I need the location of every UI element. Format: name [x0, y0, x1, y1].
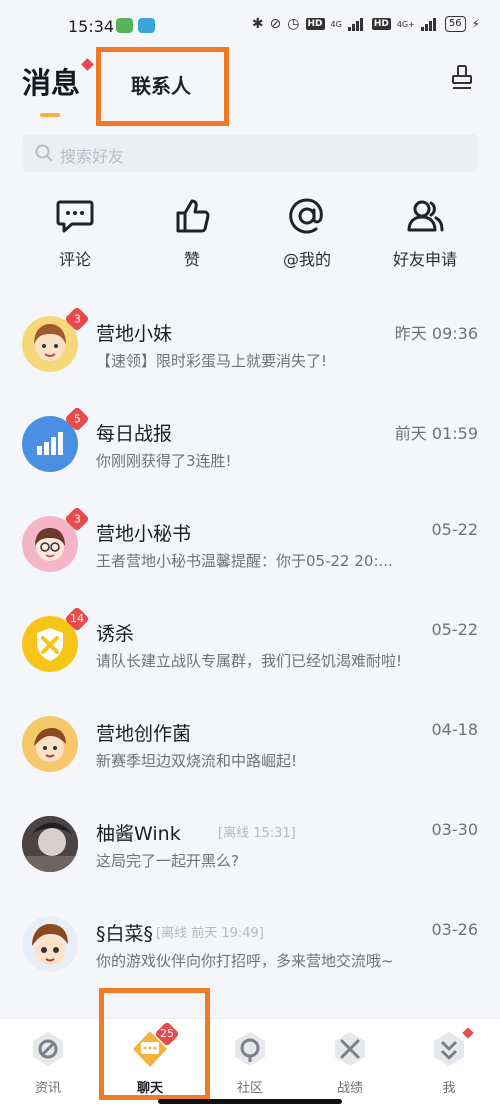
search-input[interactable]: 搜索好友: [60, 143, 124, 167]
chat-row-youjiang-wink[interactable]: 柚酱Wink [离线 15:31] 03-30 这局完了一起开黑么?: [0, 812, 500, 912]
nav-news[interactable]: 资讯: [8, 1029, 88, 1096]
nav-record[interactable]: 战绩: [310, 1029, 390, 1096]
chat-time: 04-18: [431, 720, 479, 739]
chat-preview: 新赛季坦边双烧流和中路崛起!: [96, 752, 298, 770]
chat-preview: 你的游戏伙伴向你打招呼，多来营地交流哦~: [96, 952, 394, 970]
chat-name: 营地小秘书: [96, 523, 192, 545]
chat-row-camp-sister[interactable]: 3 营地小妹 昨天 09:36 【速领】限时彩蛋马上就要消失了!: [0, 306, 500, 412]
comment-icon: [56, 200, 94, 233]
signal-icon-2: [420, 17, 439, 31]
nav-label: 资讯: [34, 1081, 61, 1096]
highlight-box-contacts: [96, 47, 229, 126]
search-bar[interactable]: 搜索好友: [22, 134, 478, 172]
quick-action-mentions[interactable]: @我的: [262, 196, 352, 270]
chat-preview: 你刚刚获得了3连胜!: [96, 452, 232, 470]
nav-label: 战绩: [336, 1081, 363, 1096]
chat-row-camp-creator[interactable]: 营地创作菌 04-18 新赛季坦边双烧流和中路崛起!: [0, 712, 500, 812]
status-indicators: ✱ ⊘ ◷ HD 4G HD 4G+ 56 ⚡: [252, 16, 480, 32]
status-time: 15:34: [68, 17, 115, 36]
home-indicator: [158, 1099, 342, 1104]
chat-row-daily-report[interactable]: 5 每日战报 前天 01:59 你刚刚获得了3连胜!: [0, 406, 500, 512]
network-label-2: 4G+: [396, 19, 415, 29]
quick-action-label: 赞: [183, 250, 200, 269]
app-notification-icon: [138, 18, 155, 33]
battery-icon: 56: [444, 16, 466, 32]
thumbs-up-icon: [176, 199, 210, 233]
nav-label: 我: [442, 1081, 456, 1096]
bottom-nav: 资讯 25 聊天 社区 战绩 我: [0, 1018, 500, 1111]
profile-icon: [434, 1032, 464, 1066]
quick-action-label: 评论: [58, 250, 91, 269]
alarm-icon: ◷: [287, 16, 300, 32]
quick-action-likes[interactable]: 赞: [147, 196, 237, 270]
online-status: [离线 15:31]: [218, 826, 296, 841]
chat-row-team-group[interactable]: 14 诱杀 05-22 请队长建立战队专属群，我们已经饥渴难耐啦!: [0, 606, 500, 712]
status-bar: 15:34 ✱ ⊘ ◷ HD 4G HD 4G+ 56 ⚡: [0, 0, 500, 52]
quick-action-comments[interactable]: 评论: [30, 196, 120, 270]
highlight-box-chat: [99, 988, 210, 1100]
nav-label: 社区: [236, 1081, 263, 1096]
avatar: [22, 816, 78, 872]
record-icon: [335, 1032, 365, 1066]
network-label-1: 4G: [330, 19, 342, 29]
bluetooth-icon: ✱: [251, 16, 264, 32]
charging-icon: ⚡: [471, 17, 480, 31]
chat-time: 前天 01:59: [394, 424, 478, 443]
avatar: [22, 716, 78, 772]
at-icon: [289, 198, 323, 234]
tab-messages[interactable]: 消息: [22, 60, 80, 102]
chat-name: 营地创作菌: [96, 723, 192, 745]
chat-name: 每日战报: [96, 423, 173, 445]
chat-row-baicai[interactable]: §白菜§ [离线 前天 19:49] 03-26 你的游戏伙伴向你打招呼，多来营…: [0, 912, 500, 1012]
hd-icon: HD: [305, 18, 325, 30]
chat-preview: 【速领】限时彩蛋马上就要消失了!: [96, 352, 328, 370]
chat-time: 03-26: [431, 920, 479, 939]
quick-action-label: 好友申请: [392, 250, 457, 269]
chat-name: 营地小妹: [96, 323, 173, 345]
active-tab-indicator: [40, 113, 60, 117]
mute-icon: ⊘: [269, 16, 282, 32]
chat-time: 05-22: [431, 520, 479, 539]
chat-time: 03-30: [431, 820, 479, 839]
unread-dot: [81, 58, 94, 71]
chat-name: 柚酱Wink: [96, 823, 181, 845]
quick-action-friend-requests[interactable]: 好友申请: [380, 196, 470, 270]
nav-profile[interactable]: 我: [409, 1027, 489, 1096]
friend-request-icon: [407, 200, 444, 232]
chat-name: 诱杀: [96, 623, 135, 645]
clear-unread-icon[interactable]: [450, 64, 474, 92]
nav-community[interactable]: 社区: [210, 1029, 290, 1096]
chat-name: §白菜§: [96, 923, 154, 945]
chat-row-camp-secretary[interactable]: 3 营地小秘书 05-22 王者营地小秘书温馨提醒：你于05-22 20:...: [0, 506, 500, 612]
avatar: [22, 916, 78, 972]
chat-time: 昨天 09:36: [394, 324, 478, 343]
search-icon: [35, 144, 53, 162]
chat-preview: 这局完了一起开黑么?: [96, 852, 239, 870]
quick-action-label: @我的: [282, 250, 331, 269]
hd-icon-2: HD: [371, 18, 391, 30]
community-icon: [235, 1032, 265, 1066]
game-notification-icon: [116, 18, 133, 33]
news-icon: [33, 1032, 63, 1066]
chat-time: 05-22: [431, 620, 479, 639]
signal-icon: [347, 17, 366, 31]
online-status: [离线 前天 19:49]: [156, 926, 264, 941]
chat-preview: 王者营地小秘书温馨提醒：你于05-22 20:...: [96, 552, 393, 570]
chat-preview: 请队长建立战队专属群，我们已经饥渴难耐啦!: [96, 652, 403, 670]
